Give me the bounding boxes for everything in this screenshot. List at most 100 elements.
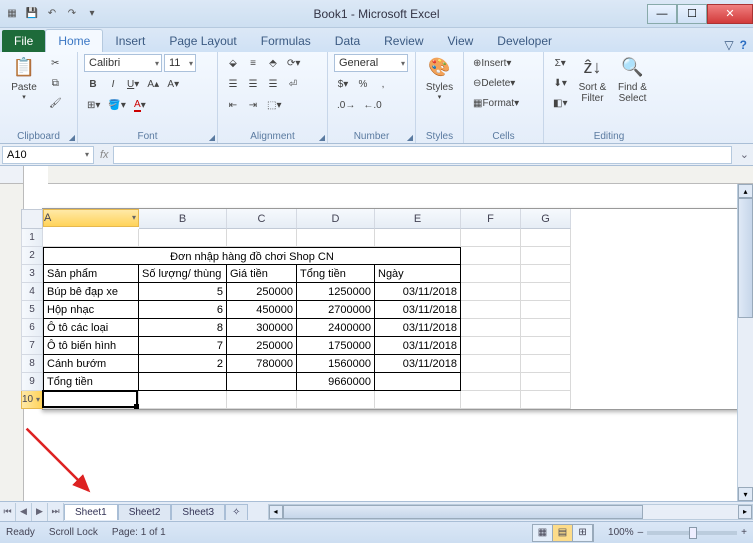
table-title[interactable]: Đơn nhập hàng đồ chơi Shop CN xyxy=(43,247,461,265)
bold-button[interactable]: B xyxy=(84,75,102,93)
expand-formula-icon[interactable]: ⌄ xyxy=(736,148,753,161)
cell[interactable]: 6 xyxy=(139,301,227,319)
col-header[interactable]: B xyxy=(139,209,227,229)
row-header[interactable]: 7 xyxy=(21,337,43,355)
tab-data[interactable]: Data xyxy=(323,30,372,52)
col-header[interactable]: C xyxy=(227,209,297,229)
tab-developer[interactable]: Developer xyxy=(485,30,564,52)
cell[interactable] xyxy=(461,283,521,301)
cell[interactable]: 1250000 xyxy=(297,283,375,301)
tab-home[interactable]: Home xyxy=(45,29,103,52)
sheet-tab[interactable]: Sheet1 xyxy=(64,504,118,520)
cell[interactable]: Tổng tiền xyxy=(297,265,375,283)
scroll-down-icon[interactable]: ▾ xyxy=(738,487,753,501)
cell[interactable] xyxy=(375,229,461,247)
tab-file[interactable]: File xyxy=(2,30,45,52)
cell[interactable] xyxy=(521,373,571,391)
redo-icon[interactable]: ↷ xyxy=(64,6,80,22)
cell[interactable] xyxy=(521,337,571,355)
cell[interactable] xyxy=(43,229,139,247)
cell[interactable]: 250000 xyxy=(227,337,297,355)
cell[interactable]: 450000 xyxy=(227,301,297,319)
cell[interactable] xyxy=(461,337,521,355)
qat-dropdown-icon[interactable]: ▾ xyxy=(84,6,100,22)
cut-button[interactable]: ✂ xyxy=(46,54,65,72)
dialog-launcher-icon[interactable]: ◢ xyxy=(407,133,413,142)
cell[interactable] xyxy=(227,391,297,409)
fill-color-button[interactable]: 🪣▾ xyxy=(105,96,128,114)
paste-button[interactable]: 📋 Paste ▾ xyxy=(6,54,42,101)
cell[interactable] xyxy=(297,229,375,247)
cell[interactable]: Giá tiền xyxy=(227,265,297,283)
row-header[interactable]: 4 xyxy=(21,283,43,301)
insert-cells-button[interactable]: ⊕ Insert ▾ xyxy=(470,54,540,72)
dialog-launcher-icon[interactable]: ◢ xyxy=(69,133,75,142)
copy-button[interactable]: ⧉ xyxy=(46,74,65,92)
last-sheet-button[interactable]: ⏭ xyxy=(48,503,64,521)
cell[interactable] xyxy=(139,391,227,409)
align-center-button[interactable]: ☰ xyxy=(244,75,262,93)
cell[interactable] xyxy=(139,373,227,391)
row-header[interactable]: 9 xyxy=(21,373,43,391)
first-sheet-button[interactable]: ⏮ xyxy=(0,503,16,521)
clear-button[interactable]: ◧▾ xyxy=(550,94,570,112)
row-header[interactable]: 10 xyxy=(21,391,43,409)
cell[interactable]: 03/11/2018 xyxy=(375,337,461,355)
cell[interactable] xyxy=(521,391,571,409)
next-sheet-button[interactable]: ▶ xyxy=(32,503,48,521)
tab-view[interactable]: View xyxy=(436,30,486,52)
row-header[interactable]: 6 xyxy=(21,319,43,337)
minimize-ribbon-icon[interactable]: ▽ xyxy=(724,38,733,52)
find-select-button[interactable]: 🔍Find & Select xyxy=(614,54,650,104)
cell[interactable] xyxy=(521,319,571,337)
cell[interactable]: 03/11/2018 xyxy=(375,319,461,337)
cell[interactable] xyxy=(139,229,227,247)
cell[interactable]: Ô tô các loại xyxy=(43,319,139,337)
cell[interactable] xyxy=(521,247,571,265)
align-left-button[interactable]: ☰ xyxy=(224,75,242,93)
italic-button[interactable]: I xyxy=(104,75,122,93)
cell[interactable]: Hộp nhạc xyxy=(43,301,139,319)
cell[interactable]: 250000 xyxy=(227,283,297,301)
cell[interactable] xyxy=(461,247,521,265)
undo-icon[interactable]: ↶ xyxy=(44,6,60,22)
help-icon[interactable]: ? xyxy=(740,38,747,52)
save-icon[interactable]: 💾 xyxy=(24,6,40,22)
cell[interactable] xyxy=(521,229,571,247)
row-header[interactable]: 5 xyxy=(21,301,43,319)
cell[interactable] xyxy=(461,265,521,283)
cell[interactable] xyxy=(461,301,521,319)
cell[interactable] xyxy=(521,301,571,319)
cell[interactable]: 5 xyxy=(139,283,227,301)
cell[interactable]: 8 xyxy=(139,319,227,337)
cell[interactable] xyxy=(227,229,297,247)
scroll-thumb[interactable] xyxy=(283,505,643,519)
col-header[interactable]: F xyxy=(461,209,521,229)
row-headers[interactable]: 1 2 3 4 5 6 7 8 9 10 xyxy=(21,229,43,409)
cell[interactable]: 2700000 xyxy=(297,301,375,319)
col-header[interactable]: E xyxy=(375,209,461,229)
merge-button[interactable]: ⬚▾ xyxy=(264,96,284,114)
cell[interactable]: 300000 xyxy=(227,319,297,337)
increase-decimal-button[interactable]: .0→ xyxy=(334,96,358,114)
cell[interactable]: Cánh bướm xyxy=(43,355,139,373)
underline-button[interactable]: U▾ xyxy=(124,75,142,93)
col-header[interactable]: G xyxy=(521,209,571,229)
cell[interactable]: 03/11/2018 xyxy=(375,301,461,319)
increase-indent-button[interactable]: ⇥ xyxy=(244,96,262,114)
wrap-text-button[interactable]: ⏎ xyxy=(284,75,302,93)
format-painter-button[interactable]: 🖌 xyxy=(46,94,65,112)
scroll-left-icon[interactable]: ◂ xyxy=(269,505,283,519)
scroll-right-icon[interactable]: ▸ xyxy=(738,505,752,519)
percent-button[interactable]: % xyxy=(354,75,372,93)
name-box[interactable]: A10 xyxy=(2,146,94,164)
row-header[interactable]: 2 xyxy=(21,247,43,265)
cell[interactable]: Ô tô biến hình xyxy=(43,337,139,355)
tab-page-layout[interactable]: Page Layout xyxy=(157,30,248,52)
dialog-launcher-icon[interactable]: ◢ xyxy=(209,133,215,142)
fx-icon[interactable]: fx xyxy=(100,149,109,161)
cell[interactable]: 03/11/2018 xyxy=(375,283,461,301)
decrease-decimal-button[interactable]: ←.0 xyxy=(360,96,384,114)
cell[interactable] xyxy=(461,229,521,247)
cell[interactable] xyxy=(375,391,461,409)
